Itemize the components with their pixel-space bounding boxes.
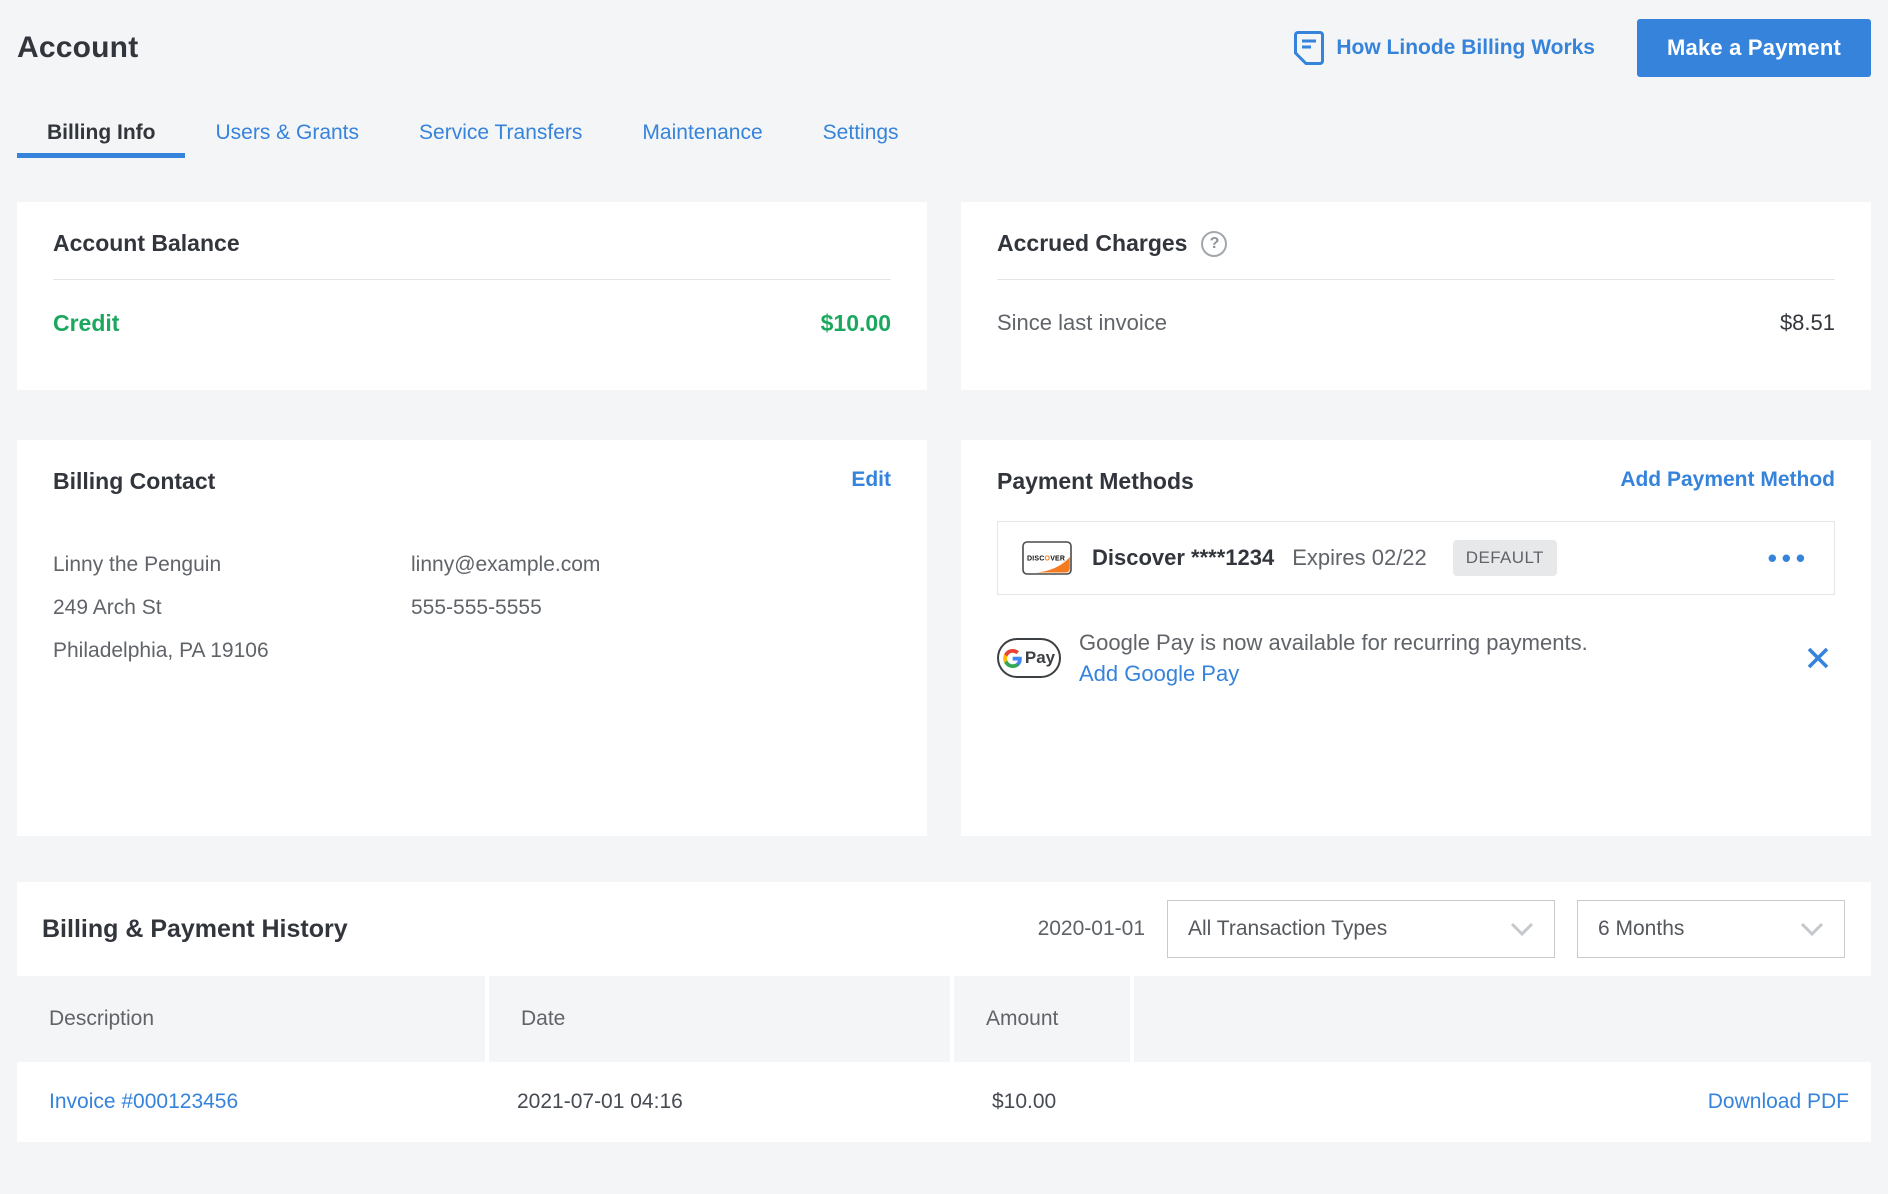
page-title: Account [17,31,138,65]
edit-billing-contact-link[interactable]: Edit [851,468,891,492]
credit-amount: $10.00 [821,310,891,337]
discover-card-icon: DISCOVER [1022,541,1072,575]
billing-contact-card: Billing Contact Edit Linny the Penguin 2… [17,440,927,836]
tab-maintenance[interactable]: Maintenance [612,112,792,158]
kebab-menu-icon[interactable]: ••• [1768,553,1810,563]
divider [53,279,891,280]
account-balance-title: Account Balance [53,230,891,257]
since-last-invoice-label: Since last invoice [997,310,1167,336]
account-balance-row: Credit $10.00 [53,310,891,337]
table-row: Invoice #000123456 2021-07-01 04:16 $10.… [17,1062,1871,1142]
transaction-type-value: All Transaction Types [1188,917,1387,941]
contact-email: linny@example.com [411,543,891,586]
google-pay-banner: Pay Google Pay is now available for recu… [997,627,1835,689]
how-billing-works-link[interactable]: How Linode Billing Works [1294,31,1595,65]
billing-contact-head: Billing Contact Edit [53,468,891,495]
column-header-date: Date [489,976,950,1062]
amount-cell: $10.00 [946,1090,1122,1114]
google-pay-text: Google Pay is now available for recurrin… [1079,627,1588,689]
close-icon[interactable] [1805,645,1831,671]
date-range-select[interactable]: 6 Months [1577,900,1845,958]
tab-billing-info[interactable]: Billing Info [17,112,185,158]
accrued-charges-head: Accrued Charges ? [997,230,1835,257]
account-tabs: Billing Info Users & Grants Service Tran… [17,112,1871,158]
column-header-amount: Amount [954,976,1130,1062]
payment-methods-head: Payment Methods Add Payment Method [997,468,1835,495]
top-bar: Account How Linode Billing Works Make a … [17,16,1871,80]
tab-settings[interactable]: Settings [793,112,929,158]
svg-text:DISCOVER: DISCOVER [1027,556,1065,563]
tab-users-grants[interactable]: Users & Grants [185,112,389,158]
history-start-date: 2020-01-01 [1038,917,1145,941]
credit-label: Credit [53,310,119,337]
invoice-link[interactable]: Invoice #000123456 [49,1090,238,1113]
add-payment-method-link[interactable]: Add Payment Method [1620,468,1835,492]
contact-city: Philadelphia, PA 19106 [53,629,411,672]
card-label: Discover ****1234 [1092,545,1274,571]
contact-phone: 555-555-5555 [411,586,891,629]
action-cell: Download PDF [1122,1090,1871,1114]
how-billing-works-label: How Linode Billing Works [1336,36,1595,60]
billing-contact-title: Billing Contact [53,468,215,495]
payment-methods-title: Payment Methods [997,468,1194,495]
billing-contact-details: Linny the Penguin 249 Arch St Philadelph… [53,543,891,672]
download-pdf-link[interactable]: Download PDF [1708,1090,1849,1113]
account-balance-card: Account Balance Credit $10.00 [17,202,927,390]
contact-address-column: Linny the Penguin 249 Arch St Philadelph… [53,543,411,672]
accrued-charges-row: Since last invoice $8.51 [997,310,1835,336]
contact-name: Linny the Penguin [53,543,411,586]
billing-history-section: Billing & Payment History 2020-01-01 All… [17,882,1871,1142]
google-pay-word: Pay [1025,648,1055,668]
transaction-type-select[interactable]: All Transaction Types [1167,900,1555,958]
google-pay-message: Google Pay is now available for recurrin… [1079,627,1588,658]
column-header-description: Description [17,976,485,1062]
history-table-header: Description Date Amount [17,976,1871,1062]
google-pay-icon: Pay [997,638,1061,678]
billing-cards: Account Balance Credit $10.00 Accrued Ch… [17,202,1871,836]
date-cell: 2021-07-01 04:16 [485,1090,946,1114]
accrued-charges-card: Accrued Charges ? Since last invoice $8.… [961,202,1871,390]
payment-method-row: DISCOVER Discover ****1234 Expires 02/22… [997,521,1835,595]
billing-history-title: Billing & Payment History [42,915,348,944]
document-icon [1294,31,1324,65]
accrued-charges-title: Accrued Charges [997,230,1187,257]
help-icon[interactable]: ? [1201,231,1227,257]
accrued-amount: $8.51 [1780,310,1835,336]
account-page: Account How Linode Billing Works Make a … [0,0,1888,1142]
contact-street: 249 Arch St [53,586,411,629]
payment-methods-card: Payment Methods Add Payment Method DISCO… [961,440,1871,836]
divider [997,279,1835,280]
add-google-pay-link[interactable]: Add Google Pay [1079,658,1239,689]
card-expiry: Expires 02/22 [1292,545,1427,571]
chevron-down-icon [1510,922,1534,936]
date-range-value: 6 Months [1598,917,1684,941]
billing-history-header: Billing & Payment History 2020-01-01 All… [17,882,1871,976]
default-badge: DEFAULT [1453,540,1557,576]
tab-service-transfers[interactable]: Service Transfers [389,112,612,158]
top-bar-actions: How Linode Billing Works Make a Payment [1294,19,1871,77]
billing-history-controls: 2020-01-01 All Transaction Types 6 Month… [1038,900,1845,958]
make-payment-button[interactable]: Make a Payment [1637,19,1871,77]
column-header-action [1134,976,1871,1062]
chevron-down-icon [1800,922,1824,936]
contact-info-column: linny@example.com 555-555-5555 [411,543,891,672]
invoice-cell: Invoice #000123456 [17,1090,485,1114]
